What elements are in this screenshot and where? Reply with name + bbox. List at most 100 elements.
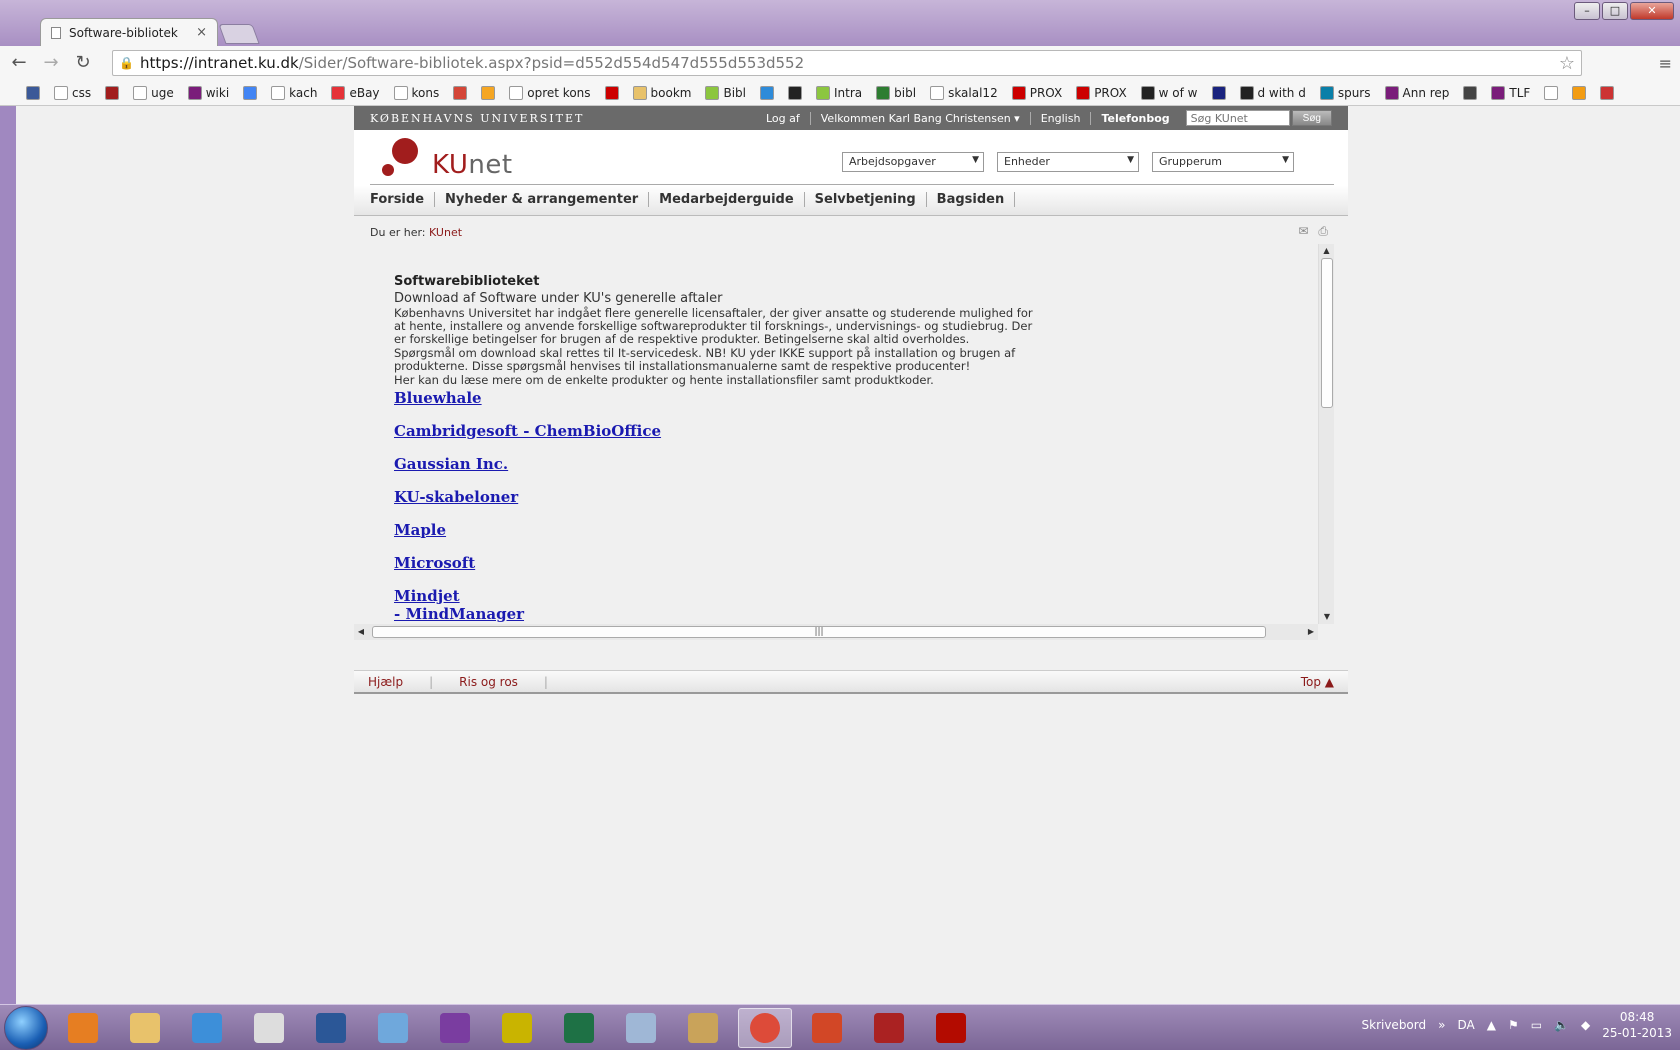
- search-button[interactable]: Søg: [1291, 110, 1332, 126]
- taskbar-headphones-button[interactable]: [428, 1008, 482, 1048]
- product-link-gaussian[interactable]: Gaussian Inc.: [394, 455, 1324, 473]
- bookmark-item[interactable]: PROX: [1076, 85, 1127, 100]
- scroll-up-icon[interactable]: ▲: [1319, 244, 1334, 258]
- bookmark-item[interactable]: bookm: [632, 85, 691, 100]
- dropbox-tray-icon[interactable]: ◆: [1581, 1018, 1590, 1032]
- browser-menu-icon[interactable]: ≡: [1659, 54, 1672, 73]
- welcome-user-menu[interactable]: Velkommen Karl Bang Christensen ▾: [809, 111, 1030, 125]
- bookmark-item[interactable]: Ann rep: [1384, 85, 1449, 100]
- back-icon[interactable]: ←: [6, 50, 32, 76]
- bookmark-item[interactable]: w of w: [1140, 85, 1198, 100]
- browser-tab[interactable]: Software-bibliotek ×: [40, 18, 218, 46]
- breadcrumb-link[interactable]: KUnet: [429, 226, 462, 239]
- bookmark-item[interactable]: kach: [271, 85, 317, 100]
- taskbar-powerpoint-button[interactable]: [800, 1008, 854, 1048]
- taskbar-notepad-button[interactable]: [242, 1008, 296, 1048]
- nav-forside[interactable]: Forside: [370, 192, 436, 207]
- nav-bagsiden[interactable]: Bagsiden: [927, 192, 1016, 207]
- hscroll-thumb[interactable]: |||: [372, 626, 1266, 638]
- close-button[interactable]: ✕: [1630, 2, 1674, 20]
- taskbar-notebook-button[interactable]: [366, 1008, 420, 1048]
- bookmark-item[interactable]: wiki: [187, 85, 229, 100]
- start-button[interactable]: [4, 1005, 48, 1050]
- taskbar-media-player-button[interactable]: [56, 1008, 110, 1048]
- horizontal-scrollbar[interactable]: ◀ ||| ▶: [354, 624, 1318, 640]
- bookmark-item[interactable]: [26, 85, 40, 100]
- bookmark-item[interactable]: [481, 85, 496, 100]
- vertical-scrollbar[interactable]: ▲ ▼: [1318, 244, 1334, 624]
- bookmark-item[interactable]: css: [54, 85, 91, 100]
- bookmark-item[interactable]: [1600, 85, 1615, 100]
- bookmark-item[interactable]: Bibl: [705, 85, 746, 100]
- language-indicator[interactable]: DA: [1457, 1018, 1474, 1032]
- taskbar-calculator-button[interactable]: [614, 1008, 668, 1048]
- bookmark-item[interactable]: [105, 85, 120, 100]
- bookmark-star-icon[interactable]: ☆: [1559, 53, 1575, 74]
- bookmark-item[interactable]: [1211, 85, 1226, 100]
- reload-icon[interactable]: ↻: [70, 50, 96, 76]
- bookmark-item[interactable]: spurs: [1319, 85, 1371, 100]
- bookmark-item[interactable]: [243, 85, 258, 100]
- product-link-maple[interactable]: Maple: [394, 521, 1324, 539]
- taskbar-acrobat-button[interactable]: [924, 1008, 978, 1048]
- tray-arrow-icon[interactable]: ▲: [1487, 1018, 1496, 1032]
- bookmark-item[interactable]: kons: [393, 85, 439, 100]
- bookmark-item[interactable]: [453, 85, 468, 100]
- email-icon[interactable]: ✉: [1298, 224, 1308, 239]
- taskbar-explorer-button[interactable]: [118, 1008, 172, 1048]
- kunet-logo[interactable]: KUnet: [370, 138, 530, 182]
- select-enheder[interactable]: Enheder ▼: [997, 152, 1139, 172]
- product-link-mindjet[interactable]: Mindjet: [394, 587, 1324, 605]
- product-link-cambridgesoft[interactable]: Cambridgesoft - ChemBioOffice: [394, 422, 1324, 440]
- phonebook-link[interactable]: Telefonbog: [1090, 111, 1179, 125]
- taskbar-network-tool-button[interactable]: [862, 1008, 916, 1048]
- taskbar-dropbox-button[interactable]: [180, 1008, 234, 1048]
- bookmark-item[interactable]: [1572, 85, 1587, 100]
- bookmark-item[interactable]: TLF: [1491, 85, 1530, 100]
- nav-nyheder[interactable]: Nyheder & arrangementer: [435, 192, 650, 207]
- minimize-button[interactable]: –: [1574, 2, 1600, 20]
- help-link[interactable]: Hjælp: [368, 675, 429, 689]
- network-icon[interactable]: ▭: [1531, 1018, 1542, 1032]
- taskbar-tools-button[interactable]: [490, 1008, 544, 1048]
- product-link-ku-skabeloner[interactable]: KU-skabeloner: [394, 488, 1324, 506]
- print-icon[interactable]: ⎙: [1318, 224, 1328, 239]
- scroll-thumb[interactable]: [1321, 258, 1333, 408]
- bookmark-item[interactable]: [760, 85, 775, 100]
- scroll-down-icon[interactable]: ▼: [1319, 610, 1335, 624]
- back-to-top-link[interactable]: Top ▲: [1301, 675, 1334, 689]
- bookmark-item[interactable]: eBay: [331, 85, 380, 100]
- maximize-button[interactable]: □: [1602, 2, 1628, 20]
- volume-icon[interactable]: 🔈: [1554, 1018, 1569, 1032]
- bookmark-item[interactable]: [1463, 85, 1478, 100]
- new-tab-button[interactable]: [218, 24, 260, 44]
- product-link-bluewhale[interactable]: Bluewhale: [394, 389, 1324, 407]
- nav-medarbejderguide[interactable]: Medarbejderguide: [649, 192, 805, 207]
- bookmark-item[interactable]: Intra: [816, 85, 862, 100]
- product-link-mindmanager[interactable]: - MindManager: [394, 605, 1324, 623]
- product-link-microsoft[interactable]: Microsoft: [394, 554, 1324, 572]
- scroll-right-icon[interactable]: ▶: [1304, 624, 1318, 640]
- desktop-toolbar-label[interactable]: Skrivebord: [1362, 1018, 1427, 1032]
- clock[interactable]: 08:48 25-01-2013: [1602, 1009, 1672, 1041]
- search-input[interactable]: [1185, 110, 1290, 126]
- bookmark-item[interactable]: [604, 85, 619, 100]
- address-bar[interactable]: 🔒 https://intranet.ku.dk /Sider/Software…: [112, 50, 1582, 76]
- select-arbejdsopgaver[interactable]: Arbejdsopgaver ▼: [842, 152, 984, 172]
- feedback-link[interactable]: Ris og ros: [459, 675, 544, 689]
- nav-selvbetjening[interactable]: Selvbetjening: [805, 192, 927, 207]
- logout-link[interactable]: Log af: [756, 112, 810, 125]
- taskbar-excel-button[interactable]: [552, 1008, 606, 1048]
- bookmark-item[interactable]: uge: [133, 85, 174, 100]
- expand-icon[interactable]: »: [1438, 1018, 1445, 1032]
- bookmark-item[interactable]: opret kons: [509, 85, 591, 100]
- english-link[interactable]: English: [1029, 111, 1091, 125]
- bookmark-item[interactable]: skalal12: [930, 85, 998, 100]
- scroll-left-icon[interactable]: ◀: [354, 624, 368, 640]
- bookmark-item[interactable]: d with d: [1239, 85, 1306, 100]
- forward-icon[interactable]: →: [38, 50, 64, 76]
- taskbar-paint-button[interactable]: [676, 1008, 730, 1048]
- bookmark-item[interactable]: PROX: [1011, 85, 1062, 100]
- taskbar-chrome-button[interactable]: [738, 1007, 792, 1048]
- tab-close-icon[interactable]: ×: [196, 25, 207, 40]
